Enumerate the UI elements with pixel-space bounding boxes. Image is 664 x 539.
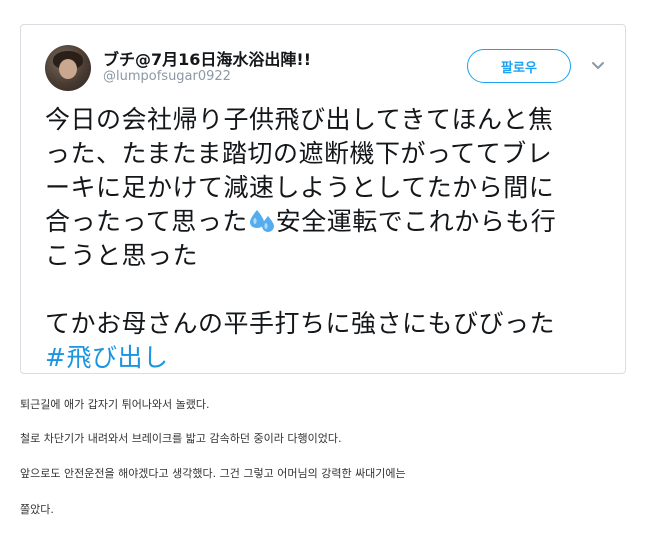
caption-paragraph-4: 쫄았다. — [20, 503, 54, 516]
tweet-line-3: ーキに足かけて減速しようとしてたから間に — [45, 173, 555, 202]
tweet-line-2: った、たまたま踏切の遮断機下がっててブレ — [45, 139, 553, 168]
avatar[interactable] — [45, 45, 91, 91]
tweet-line-4b: 安全運転でこれからも行 — [275, 207, 557, 236]
tweet-card: ブチ@7月16日海水浴出陣!! @lumpofsugar0922 팔로우 今日の… — [20, 24, 626, 374]
avatar-face — [59, 59, 77, 79]
chevron-down-icon[interactable] — [591, 61, 605, 71]
follow-button[interactable]: 팔로우 — [467, 49, 571, 83]
sweat-droplets-icon — [249, 210, 274, 232]
display-name[interactable]: ブチ@7月16日海水浴出陣!! — [103, 46, 311, 70]
tweet-line-5: こうと思った — [45, 241, 199, 270]
tweet-line-1: 今日の会社帰り子供飛び出してきてほんと焦 — [45, 105, 554, 134]
tweet-line-4: 合ったって思った 安全運転でこれからも行 — [45, 205, 615, 239]
tweet-line-4a: 合ったって思った — [45, 207, 248, 236]
caption-paragraph-1: 퇴근길에 애가 갑자기 튀어나와서 놀랬다. — [20, 398, 210, 411]
tweet-text: 今日の会社帰り子供飛び出してきてほんと焦 った、たまたま踏切の遮断機下がっててブ… — [45, 103, 615, 375]
caption-paragraph-3: 앞으로도 안전운전을 해야겠다고 생각했다. 그건 그렇고 어머님의 강력한 싸… — [20, 467, 406, 480]
tweet-line-6: てかお母さんの平手打ちに強さにもびびった — [45, 309, 556, 338]
hashtag-link[interactable]: #飛び出し — [45, 341, 615, 375]
user-handle[interactable]: @lumpofsugar0922 — [103, 69, 231, 84]
caption-paragraph-2: 철로 차단기가 내려와서 브레이크를 밟고 감속하던 중이라 다행이었다. — [20, 432, 342, 445]
